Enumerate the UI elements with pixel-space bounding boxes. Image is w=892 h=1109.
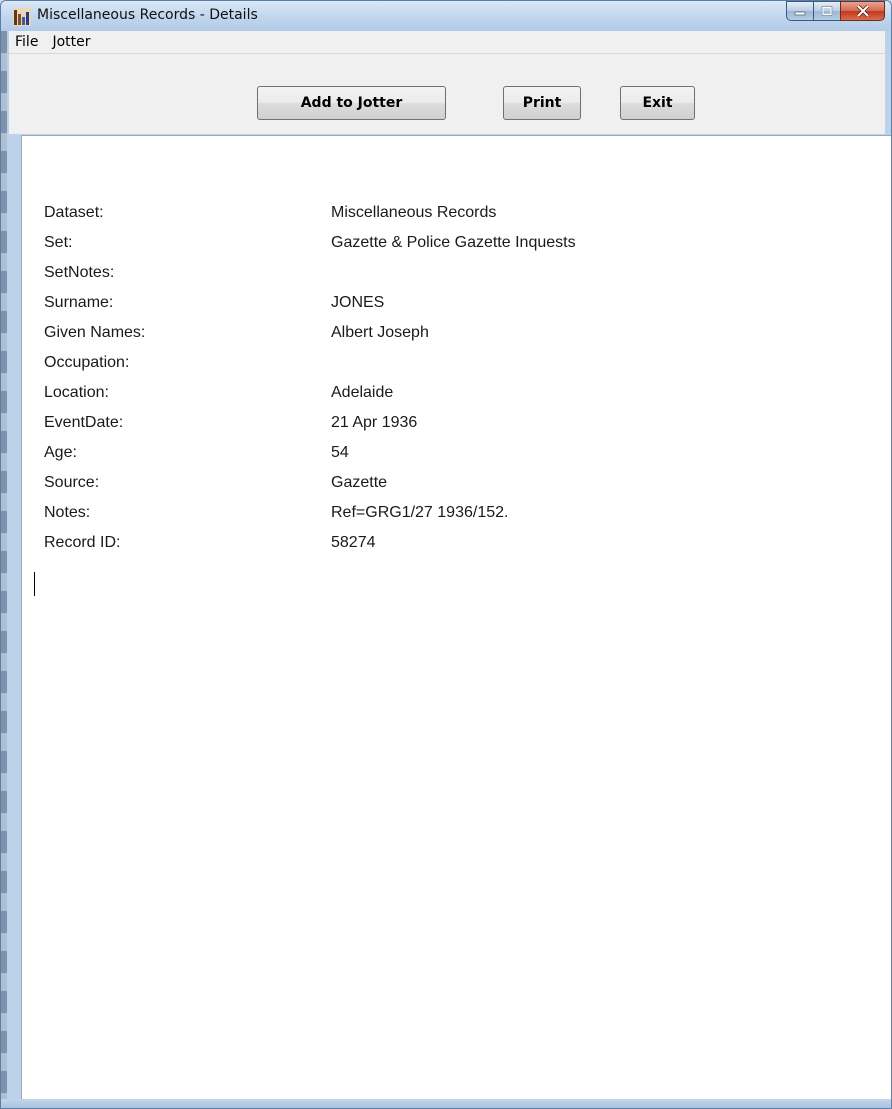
field-value: Adelaide	[331, 384, 394, 401]
maximize-icon	[821, 6, 833, 16]
field-value: 21 Apr 1936	[331, 414, 418, 431]
window-bottom-border	[1, 1099, 891, 1108]
field-label: Set:	[44, 234, 73, 251]
print-button[interactable]: Print	[503, 86, 581, 120]
field-value: Gazette	[331, 474, 388, 491]
field-label: Record ID:	[44, 534, 121, 551]
title-bar[interactable]: Miscellaneous Records - Details	[1, 1, 891, 31]
field-value: Ref=GRG1/27 1936/152.	[331, 504, 509, 521]
text-caret	[34, 572, 35, 596]
field-label: EventDate:	[44, 414, 124, 431]
close-button[interactable]	[840, 1, 885, 21]
field-value: 54	[331, 444, 349, 461]
window-left-border	[1, 31, 7, 1108]
field-value: Gazette & Police Gazette Inquests	[331, 234, 576, 251]
field-label: Source:	[44, 474, 100, 491]
field-label: Given Names:	[44, 324, 146, 341]
field-value: JONES	[331, 294, 385, 311]
window-title: Miscellaneous Records - Details	[37, 7, 258, 23]
app-icon	[13, 8, 31, 26]
field-set: Set: Gazette & Police Gazette Inquests	[44, 228, 576, 258]
exit-button[interactable]: Exit	[620, 86, 695, 120]
record-details-panel[interactable]: Dataset: Miscellaneous Records Set: Gaze…	[21, 135, 891, 1099]
field-source: Source: Gazette	[44, 468, 576, 498]
field-label: SetNotes:	[44, 264, 115, 281]
maximize-button[interactable]	[813, 1, 840, 21]
field-label: Location:	[44, 384, 109, 401]
field-record-id: Record ID: 58274	[44, 528, 576, 558]
field-setnotes: SetNotes:	[44, 258, 576, 288]
field-given-names: Given Names: Albert Joseph	[44, 318, 576, 348]
field-label: Surname:	[44, 294, 114, 311]
field-label: Notes:	[44, 504, 91, 521]
field-label: Occupation:	[44, 354, 130, 371]
add-to-jotter-button[interactable]: Add to Jotter	[257, 86, 446, 120]
field-occupation: Occupation:	[44, 348, 576, 378]
field-value: Miscellaneous Records	[331, 204, 497, 221]
field-value: Albert Joseph	[331, 324, 429, 341]
field-label: Dataset:	[44, 204, 104, 221]
close-icon	[856, 5, 869, 17]
field-notes: Notes: Ref=GRG1/27 1936/152.	[44, 498, 576, 528]
record-fields: Dataset: Miscellaneous Records Set: Gaze…	[44, 198, 576, 558]
menu-file[interactable]: File	[9, 34, 46, 50]
minimize-button[interactable]	[786, 1, 813, 21]
app-window: Miscellaneous Records - Details File Jot…	[0, 0, 892, 1109]
toolbar: Add to Jotter Print Exit	[9, 54, 885, 134]
field-age: Age: 54	[44, 438, 576, 468]
field-eventdate: EventDate: 21 Apr 1936	[44, 408, 576, 438]
caption-buttons	[786, 1, 885, 21]
menu-bar: File Jotter	[9, 31, 885, 54]
field-label: Age:	[44, 444, 77, 461]
field-dataset: Dataset: Miscellaneous Records	[44, 198, 576, 228]
field-location: Location: Adelaide	[44, 378, 576, 408]
field-surname: Surname: JONES	[44, 288, 576, 318]
minimize-icon	[794, 11, 806, 16]
field-value: 58274	[331, 534, 376, 551]
menu-jotter[interactable]: Jotter	[46, 34, 98, 50]
